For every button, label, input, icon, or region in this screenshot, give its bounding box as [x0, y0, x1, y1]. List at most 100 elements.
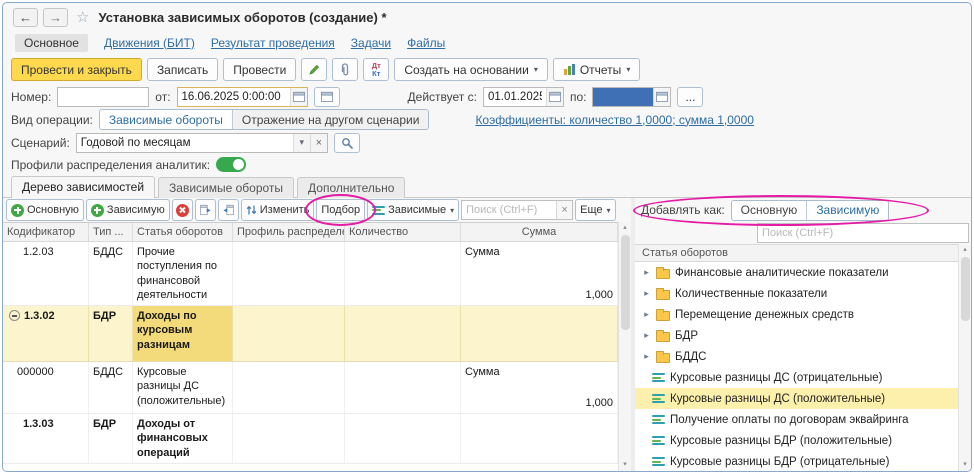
cell-codifier[interactable]: 1.2.03 [3, 242, 89, 305]
cell-type[interactable]: БДДС [89, 362, 133, 413]
profiles-toggle[interactable] [216, 157, 246, 172]
cell-quantity[interactable] [345, 242, 461, 305]
post-and-close-button[interactable]: Провести и закрыть [11, 58, 142, 81]
add-as-dependent-option[interactable]: Зависимую [806, 201, 888, 220]
open-scenario-button[interactable] [334, 133, 360, 153]
clear-search-icon[interactable]: × [556, 201, 572, 219]
tree-item-row-selected[interactable]: Курсовые разницы ДС (положительные) [635, 388, 958, 409]
grid-row[interactable]: 000000 БДДС Курсовые разницы ДС (положит… [3, 362, 618, 414]
post-button[interactable]: Провести [223, 58, 296, 81]
cell-quantity[interactable] [345, 306, 461, 361]
current-date-button[interactable] [314, 87, 340, 107]
add-dependent-button[interactable]: Зависимую [86, 199, 170, 221]
back-button[interactable]: ← [13, 8, 38, 27]
articles-scrollbar[interactable]: ▴ ▾ [958, 244, 971, 471]
attachments-button[interactable] [332, 58, 358, 81]
cell-sum[interactable]: Сумма 1,000 [461, 362, 618, 413]
expand-triangle-icon[interactable]: ▸ [642, 330, 651, 341]
scroll-down-icon[interactable]: ▾ [623, 460, 627, 470]
tab-main[interactable]: Основное [15, 34, 88, 52]
scrollbar-thumb[interactable] [621, 235, 630, 330]
edit-button[interactable]: Изменить [241, 199, 315, 221]
tab-dependency-tree[interactable]: Дерево зависимостей [11, 176, 155, 198]
pick-button[interactable]: Подбор [316, 199, 365, 221]
column-header-profile[interactable]: Профиль распределения [233, 223, 345, 241]
add-as-main-option[interactable]: Основную [732, 201, 807, 220]
cell-codifier[interactable]: 000000 [3, 362, 89, 413]
tab-additional[interactable]: Дополнительно [297, 177, 405, 198]
favorite-star-icon[interactable]: ☆ [76, 8, 89, 26]
cell-article[interactable]: Доходы от финансовых операций [133, 414, 233, 463]
calendar-icon[interactable] [546, 88, 563, 106]
scroll-up-icon[interactable]: ▴ [963, 245, 967, 255]
column-header-type[interactable]: Тип ... [89, 223, 133, 241]
column-header-sum[interactable]: Сумма [461, 223, 618, 241]
cell-quantity[interactable] [345, 362, 461, 413]
operation-option-dependent-turnovers[interactable]: Зависимые обороты [100, 110, 232, 129]
cell-codifier[interactable]: 1.3.02 [3, 306, 89, 361]
delete-button[interactable] [172, 199, 193, 221]
cell-profile[interactable] [233, 242, 345, 305]
expand-triangle-icon[interactable]: ▸ [642, 267, 651, 278]
debit-credit-button[interactable]: Дт Кт [363, 58, 389, 81]
clear-icon[interactable]: × [310, 134, 327, 152]
tab-movements-bit[interactable]: Движения (БИТ) [104, 36, 195, 50]
grid-row[interactable]: 1.3.03 БДР Доходы от финансовых операций [3, 414, 618, 464]
document-date-input[interactable] [178, 88, 290, 106]
cell-sum[interactable] [461, 306, 618, 361]
calendar-icon[interactable] [290, 88, 307, 106]
collapse-icon[interactable] [9, 310, 20, 321]
move-into-group-button[interactable] [218, 199, 239, 221]
tab-files[interactable]: Файлы [407, 36, 445, 50]
tree-item-row[interactable]: Курсовые разницы БДР (положительные) [635, 430, 958, 451]
cell-type[interactable]: БДДС [89, 242, 133, 305]
grid-row[interactable]: 1.2.03 БДДС Прочие поступления по финанс… [3, 242, 618, 306]
tab-posting-result[interactable]: Результат проведения [211, 36, 335, 50]
move-out-of-group-button[interactable] [195, 199, 216, 221]
dependents-menu-button[interactable]: Зависимые ▾ [367, 199, 459, 221]
tree-folder-row[interactable]: ▸ БДР [635, 325, 958, 346]
tab-tasks[interactable]: Задачи [351, 36, 391, 50]
document-date-field[interactable] [177, 87, 308, 107]
valid-from-field[interactable] [483, 87, 564, 107]
cell-sum[interactable] [461, 414, 618, 463]
forward-button[interactable]: → [43, 8, 68, 27]
write-button[interactable]: Записать [147, 58, 218, 81]
tree-folder-row[interactable]: ▸ Перемещение денежных средств [635, 304, 958, 325]
create-on-basis-button[interactable]: Создать на основании ▾ [394, 58, 548, 81]
more-button[interactable]: Еще ▾ [575, 199, 615, 221]
reports-button[interactable]: Отчеты ▾ [553, 58, 641, 81]
scrollbar-thumb[interactable] [961, 257, 970, 321]
tree-folder-row[interactable]: ▸ Количественные показатели [635, 283, 958, 304]
add-main-button[interactable]: Основную [6, 199, 84, 221]
coefficients-link[interactable]: Коэффициенты: количество 1,0000; сумма 1… [475, 113, 754, 127]
dropdown-icon[interactable]: ▾ [293, 134, 310, 152]
operation-option-other-scenario[interactable]: Отражение на другом сценарии [232, 110, 429, 129]
valid-to-field[interactable] [592, 87, 671, 107]
tree-folder-row[interactable]: ▸ БДДС [635, 346, 958, 367]
cell-type[interactable]: БДР [89, 414, 133, 463]
cell-type[interactable]: БДР [89, 306, 133, 361]
cell-codifier[interactable]: 1.3.03 [3, 414, 89, 463]
expand-triangle-icon[interactable]: ▸ [642, 309, 651, 320]
calendar-icon[interactable] [653, 88, 670, 106]
tree-item-row[interactable]: Курсовые разницы БДР (отрицательные) [635, 451, 958, 471]
scroll-down-icon[interactable]: ▾ [963, 460, 967, 470]
tree-item-row[interactable]: Получение оплаты по договорам эквайринга [635, 409, 958, 430]
articles-search-input[interactable] [758, 224, 968, 242]
expand-triangle-icon[interactable]: ▸ [642, 288, 651, 299]
expand-triangle-icon[interactable]: ▸ [642, 351, 651, 362]
cell-article[interactable]: Прочие поступления по финансовой деятель… [133, 242, 233, 305]
cell-quantity[interactable] [345, 414, 461, 463]
cell-article[interactable]: Курсовые разницы ДС (положительные) [133, 362, 233, 413]
edit-pencil-button[interactable] [301, 58, 327, 81]
cell-profile[interactable] [233, 362, 345, 413]
tab-dependent-turnovers[interactable]: Зависимые обороты [158, 177, 294, 198]
grid-scrollbar[interactable]: ▴ ▾ [618, 222, 631, 471]
column-header-article[interactable]: Статья оборотов [133, 223, 233, 241]
column-header-codifier[interactable]: Кодификатор [3, 223, 89, 241]
cell-profile[interactable] [233, 414, 345, 463]
tree-folder-row[interactable]: ▸ Финансовые аналитические показатели [635, 262, 958, 283]
number-input[interactable] [58, 88, 148, 106]
valid-from-input[interactable] [484, 88, 546, 106]
